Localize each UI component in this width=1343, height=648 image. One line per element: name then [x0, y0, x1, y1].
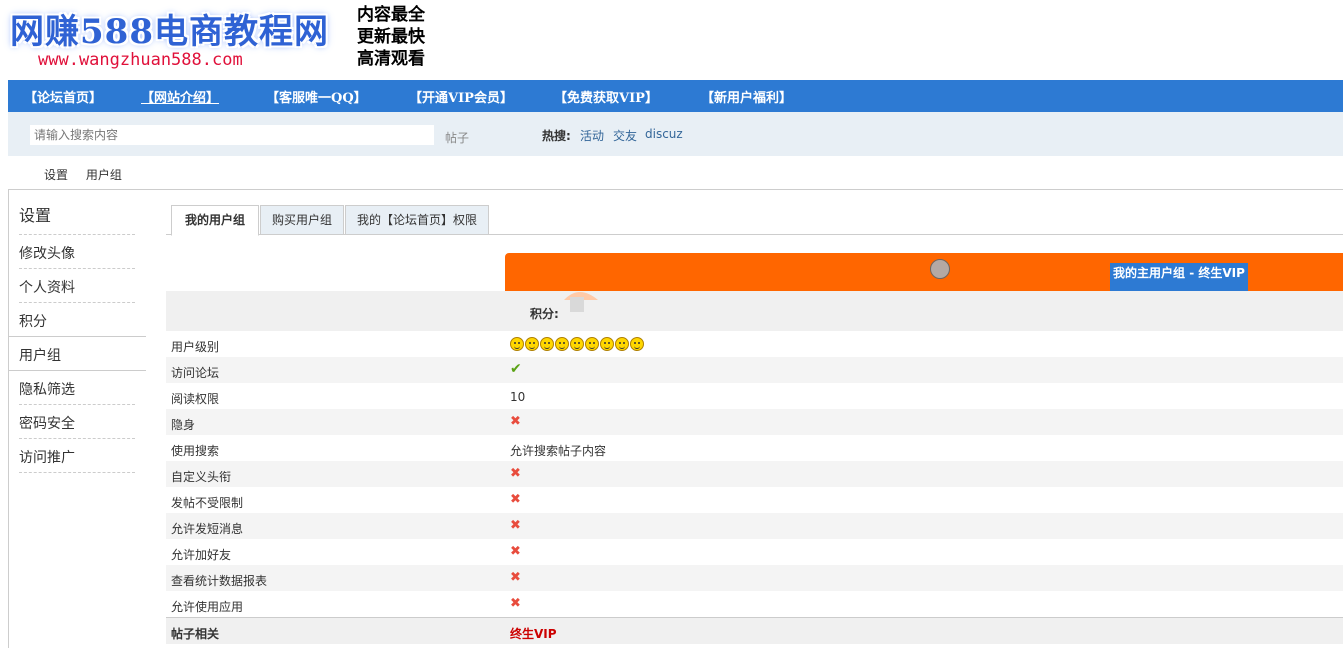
divider: [19, 234, 135, 235]
divider: [8, 189, 1343, 190]
divider: [19, 268, 135, 269]
sidebar-item-privacy[interactable]: 隐私筛选: [19, 379, 75, 399]
divider: [19, 438, 135, 439]
sidebar-item-password[interactable]: 密码安全: [19, 413, 75, 433]
cross-icon: ✖: [510, 518, 521, 533]
permission-row: 使用搜索 允许搜索帖子内容: [166, 435, 1343, 461]
permission-row: 隐身 ✖: [166, 409, 1343, 435]
permission-label: 使用搜索: [171, 444, 220, 458]
check-icon: ✔: [510, 361, 522, 377]
slogan-line: 高清观看: [357, 49, 425, 69]
smiley-icon: [630, 336, 644, 351]
nav-forum-home[interactable]: 【论坛首页】: [24, 87, 102, 106]
points-row-left: [166, 291, 505, 331]
permission-row: 允许使用应用 ✖: [166, 591, 1343, 617]
permission-value: 允许搜索帖子内容: [510, 444, 607, 458]
permission-label: 自定义头衔: [171, 470, 232, 484]
permission-label: 用户级别: [171, 340, 220, 354]
hot-link[interactable]: discuz: [645, 127, 683, 141]
hot-link[interactable]: 活动: [580, 127, 604, 144]
smiley-icon: [540, 336, 554, 351]
logo-title: 网赚588电商教程网: [10, 12, 329, 52]
nav-open-vip[interactable]: 【开通VIP会员】: [409, 87, 513, 106]
sidebar-title: 设置: [19, 206, 52, 225]
hot-link[interactable]: 交友: [613, 127, 637, 144]
divider: [8, 189, 9, 648]
divider: [19, 404, 135, 405]
permission-label: 允许使用应用: [171, 600, 244, 614]
smiley-icon: [600, 336, 614, 351]
permission-label: 访问论坛: [171, 366, 220, 380]
permission-label: 发帖不受限制: [171, 496, 244, 510]
search-bar: 帖子 热搜: 活动 交友 discuz: [8, 112, 1343, 156]
cross-icon: ✖: [510, 570, 521, 585]
permission-row: 查看统计数据报表 ✖: [166, 565, 1343, 591]
tab-my-usergroup[interactable]: 我的用户组: [171, 205, 259, 236]
cross-icon: ✖: [510, 596, 521, 611]
tab-forum-permissions[interactable]: 我的【论坛首页】权限: [345, 205, 489, 235]
hot-search-label: 热搜:: [542, 129, 571, 143]
permission-value: 10: [510, 390, 526, 404]
sidebar-item-profile[interactable]: 个人资料: [19, 277, 75, 297]
divider: [9, 370, 146, 371]
slogan: 内容最全 更新最快 高清观看: [357, 4, 425, 70]
points-label: 积分:: [530, 307, 559, 321]
search-input[interactable]: [30, 125, 434, 145]
divider: [9, 336, 146, 337]
permission-row: 允许发短消息 ✖: [166, 513, 1343, 539]
section-row-posts: 帖子相关 终生VIP: [166, 617, 1343, 644]
nav-site-intro[interactable]: 【网站介绍】: [141, 87, 219, 106]
site-logo[interactable]: 网赚588电商教程网 www.wangzhuan588.com: [8, 4, 328, 74]
permission-row: 自定义头衔 ✖: [166, 461, 1343, 487]
permission-label: 隐身: [171, 418, 196, 432]
breadcrumb: 设置 用户组: [44, 166, 136, 183]
permission-row: 用户级别: [166, 331, 1343, 357]
smiley-icon: [615, 336, 629, 351]
nav-free-vip[interactable]: 【免费获取VIP】: [554, 87, 658, 106]
cross-icon: ✖: [510, 544, 521, 559]
nav-new-user[interactable]: 【新用户福利】: [701, 87, 792, 106]
section-value: 终生VIP: [510, 627, 557, 641]
cross-icon: ✖: [510, 466, 521, 481]
search-type-select[interactable]: 帖子: [445, 129, 469, 146]
sidebar-item-promotion[interactable]: 访问推广: [19, 447, 75, 467]
tab-buy-usergroup[interactable]: 购买用户组: [260, 205, 344, 235]
points-icon: [564, 292, 598, 312]
nav-support-qq[interactable]: 【客服唯一QQ】: [266, 87, 367, 106]
main-nav: 【论坛首页】 【网站介绍】 【客服唯一QQ】 【开通VIP会员】 【免费获取VI…: [8, 80, 1343, 112]
sidebar-item-usergroup[interactable]: 用户组: [19, 345, 61, 365]
permission-row: 允许加好友 ✖: [166, 539, 1343, 565]
permission-row: 发帖不受限制 ✖: [166, 487, 1343, 513]
permission-label: 阅读权限: [171, 392, 220, 406]
logo-url: www.wangzhuan588.com: [38, 50, 243, 70]
smiley-icon: [525, 336, 539, 351]
breadcrumb-item[interactable]: 设置: [44, 168, 68, 182]
divider: [19, 472, 135, 473]
permission-row: 阅读权限 10: [166, 383, 1343, 409]
permission-label: 允许加好友: [171, 548, 232, 562]
smiley-icon: [555, 336, 569, 351]
permission-label: 允许发短消息: [171, 522, 244, 536]
section-label: 帖子相关: [171, 627, 220, 641]
slogan-line: 更新最快: [357, 27, 425, 47]
points-row: [505, 291, 1343, 331]
cross-icon: ✖: [510, 492, 521, 507]
slogan-line: 内容最全: [357, 5, 425, 25]
divider: [19, 302, 135, 303]
permission-label: 查看统计数据报表: [171, 574, 268, 588]
sidebar-item-credits[interactable]: 积分: [19, 311, 47, 331]
smiley-icon: [510, 336, 524, 351]
sidebar-item-avatar[interactable]: 修改头像: [19, 243, 75, 263]
permission-row: 访问论坛 ✔: [166, 357, 1343, 383]
smiley-icon: [570, 336, 584, 351]
cross-icon: ✖: [510, 414, 521, 429]
usergroup-icon: [930, 259, 950, 279]
usergroup-label: 我的主用户组 - 终生VIP: [1110, 263, 1248, 291]
breadcrumb-item[interactable]: 用户组: [86, 168, 122, 182]
smiley-icon: [585, 336, 599, 351]
user-level-icons: [510, 336, 645, 351]
